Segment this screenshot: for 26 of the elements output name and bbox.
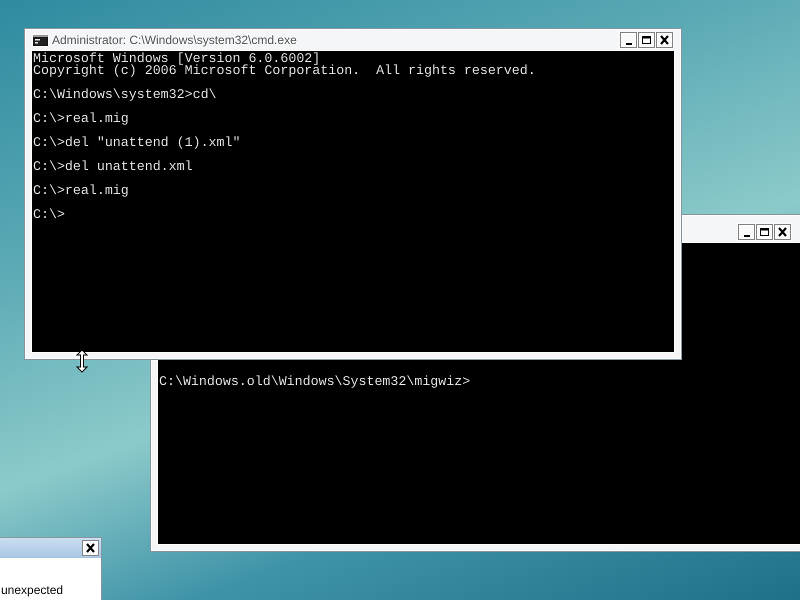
console-icon [33, 34, 48, 46]
console-line: Copyright (c) 2006 Microsoft Corporation. All rights reserved. [33, 65, 537, 77]
minimize-button[interactable] [738, 224, 755, 240]
console-line: C:\> [33, 209, 66, 221]
console-line: C:\>del unattend.xml [33, 161, 194, 173]
minimize-icon [626, 42, 632, 44]
console-line: C:\>real.mig [33, 185, 130, 197]
close-button[interactable] [656, 32, 673, 48]
maximize-button[interactable] [756, 224, 773, 240]
console-line: C:\>real.mig [33, 113, 130, 125]
dialog-text: unexpected [1, 583, 64, 597]
window-title: Administrator: C:\Windows\system32\cmd.exe [52, 33, 297, 47]
close-icon [776, 226, 789, 238]
close-button[interactable] [774, 224, 791, 240]
close-icon [84, 542, 97, 554]
console-line: C:\>del "unattend (1).xml" [33, 137, 242, 149]
console-line: Microsoft Windows [Version 6.0.6002] [33, 53, 320, 65]
maximize-icon [640, 34, 653, 46]
minimize-icon [744, 234, 750, 236]
close-button[interactable] [82, 540, 99, 556]
console-line: C:\Windows.old\Windows\System32\migwiz> [159, 376, 472, 388]
maximize-icon [758, 226, 771, 238]
minimize-button[interactable] [620, 32, 637, 48]
maximize-button[interactable] [638, 32, 655, 48]
console-line: C:\Windows\system32>cd\ [33, 89, 218, 101]
close-icon [658, 34, 671, 46]
